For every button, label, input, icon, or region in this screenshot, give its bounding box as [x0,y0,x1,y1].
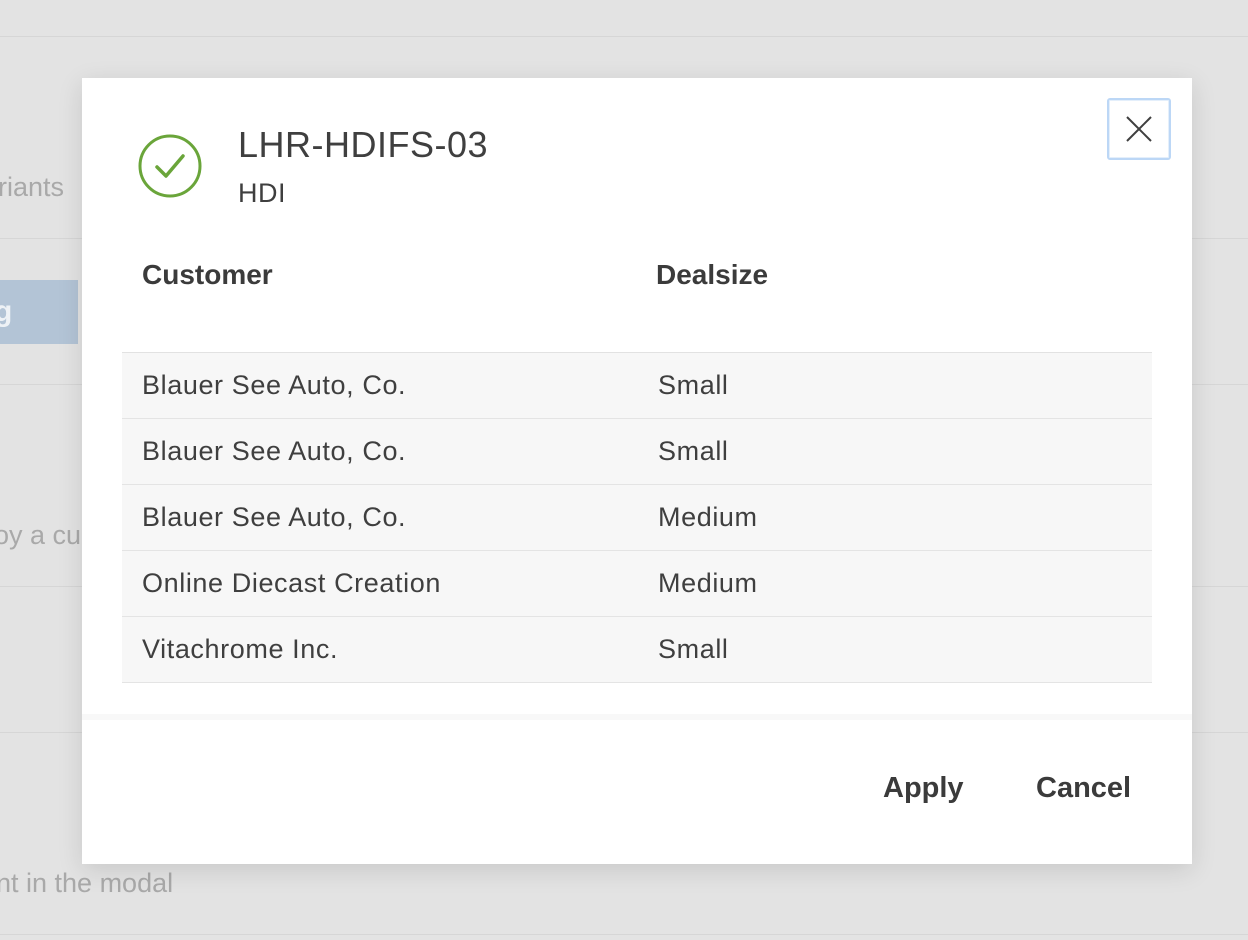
cell-dealsize: Small [658,634,729,664]
background-divider [0,934,1248,935]
modal-title: LHR-HDIFS-03 [238,124,489,165]
record-modal: LHR-HDIFS-03 HDI Customer Dealsize Blaue… [82,78,1192,864]
cell-customer: Blauer See Auto, Co. [142,370,407,400]
background-text: oy a cu [0,520,82,550]
column-header-customer: Customer [142,259,273,290]
table-row[interactable]: Blauer See Auto, Co. Small [122,353,1152,419]
cell-dealsize: Small [658,370,729,400]
background-text: riants [0,172,65,202]
cell-customer: Blauer See Auto, Co. [142,502,407,532]
column-header-dealsize: Dealsize [656,259,769,290]
cell-customer: Blauer See Auto, Co. [142,436,407,466]
background-button: g [0,280,78,344]
modal-subtitle: HDI [238,178,286,208]
cell-dealsize: Small [658,436,729,466]
cancel-button[interactable]: Cancel [1036,772,1131,805]
background-divider [0,36,1248,37]
apply-button[interactable]: Apply [883,772,964,805]
table-row[interactable]: Online Diecast Creation Medium [122,551,1152,617]
table-header: Customer Dealsize [122,246,1152,353]
cell-customer: Online Diecast Creation [142,568,441,598]
cell-dealsize: Medium [658,568,758,598]
close-icon [1126,116,1152,142]
table-row[interactable]: Vitachrome Inc. Small [122,617,1152,683]
table-row[interactable]: Blauer See Auto, Co. Medium [122,485,1152,551]
customer-table: Customer Dealsize Blauer See Auto, Co. S… [122,246,1152,683]
footer-divider [82,714,1192,720]
check-circle-icon [138,134,202,198]
cell-customer: Vitachrome Inc. [142,634,339,664]
background-text: nt in the modal [0,868,174,898]
close-button[interactable] [1107,98,1171,160]
table-row[interactable]: Blauer See Auto, Co. Small [122,419,1152,485]
cell-dealsize: Medium [658,502,758,532]
